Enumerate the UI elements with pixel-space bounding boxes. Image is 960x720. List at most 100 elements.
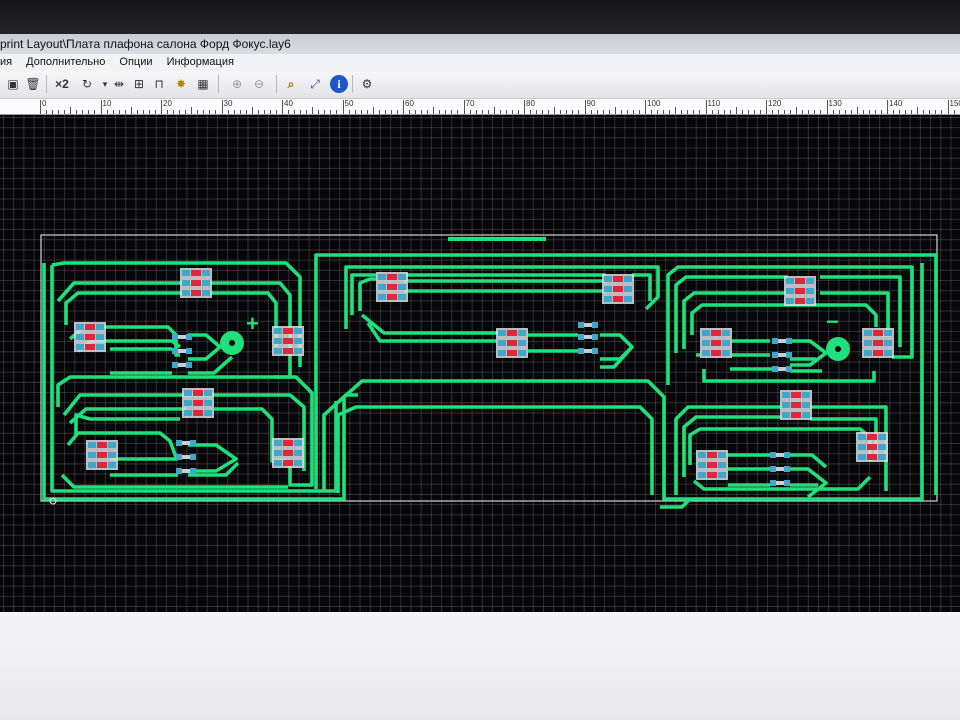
ruler-minor-tick xyxy=(487,110,489,114)
rotate-icon[interactable]: ↻ xyxy=(78,74,96,94)
ruler-minor-tick xyxy=(663,110,665,114)
smd-body xyxy=(283,460,293,466)
smd-resistor[interactable] xyxy=(772,338,792,344)
settings-icon[interactable]: ⚙ xyxy=(358,74,376,94)
pcb-board-drawing: + − xyxy=(40,234,938,509)
zoom-x2-icon[interactable]: ×2 xyxy=(52,74,72,94)
smd-led-component[interactable] xyxy=(602,274,634,304)
ruler-minor-tick xyxy=(717,110,719,114)
smd-body xyxy=(867,434,877,440)
trash-icon[interactable]: 🗑 xyxy=(24,74,42,94)
smd-pad xyxy=(578,322,584,328)
ruler-minor-tick xyxy=(154,110,156,114)
ruler-minor-tick xyxy=(687,110,689,114)
smd-resistor[interactable] xyxy=(176,440,196,446)
unlock-icon[interactable]: ⊖ xyxy=(250,74,268,94)
smd-led-component[interactable] xyxy=(862,328,894,358)
mirror-icon[interactable]: ⇹ xyxy=(110,74,128,94)
ruler-major-tick xyxy=(705,100,707,114)
smd-pad xyxy=(878,444,886,450)
ruler-minor-tick xyxy=(772,110,774,114)
grid-icon[interactable]: ▦ xyxy=(194,74,212,94)
smd-led-component[interactable] xyxy=(696,450,728,480)
smd-led-component[interactable] xyxy=(700,328,732,358)
smd-pad xyxy=(76,324,84,330)
smd-resistor[interactable] xyxy=(770,480,790,486)
smd-led-component[interactable] xyxy=(86,440,118,470)
smd-resistor[interactable] xyxy=(176,468,196,474)
smd-pad xyxy=(698,462,706,468)
ruler-major-tick xyxy=(221,100,223,114)
ruler-minor-tick xyxy=(517,110,519,114)
smd-pad xyxy=(864,330,872,336)
smd-pad xyxy=(172,348,178,354)
menu-item-options[interactable]: Опции xyxy=(119,54,159,71)
pcb-canvas[interactable]: + − xyxy=(0,115,960,612)
menu-item-file-partial[interactable]: ия xyxy=(0,54,19,71)
smd-resistor[interactable] xyxy=(578,334,598,340)
smd-resistor[interactable] xyxy=(772,366,792,372)
menu-item-extras[interactable]: Дополнительно xyxy=(26,54,112,71)
smd-led-component[interactable] xyxy=(376,272,408,302)
smd-led-component[interactable] xyxy=(182,388,214,418)
smd-body xyxy=(873,330,883,336)
ruler-minor-tick xyxy=(46,110,48,114)
light-icon[interactable]: ✸ xyxy=(172,74,190,94)
ruler-minor-tick xyxy=(844,110,846,114)
component-icon[interactable]: ⊓ xyxy=(150,74,168,94)
smd-led-component[interactable] xyxy=(784,276,816,306)
ruler-minor-tick xyxy=(445,110,447,114)
smd-pad xyxy=(186,362,192,368)
ruler-minor-tick xyxy=(511,110,513,114)
smd-resistor[interactable] xyxy=(172,362,192,368)
smd-pad xyxy=(76,334,84,340)
smd-pad xyxy=(624,276,632,282)
ruler-minor-tick xyxy=(421,110,423,114)
smd-pad xyxy=(782,402,790,408)
smd-resistor[interactable] xyxy=(578,348,598,354)
info-icon[interactable]: i xyxy=(330,75,348,93)
smd-pad xyxy=(184,400,192,406)
ruler-minor-tick xyxy=(548,110,550,114)
smd-resistor[interactable] xyxy=(172,348,192,354)
save-icon[interactable]: ▣ xyxy=(4,74,22,94)
ruler-label: 0 xyxy=(42,99,47,108)
app-window: print Layout\Плата плафона салона Форд Ф… xyxy=(0,34,960,612)
ruler-minor-tick xyxy=(935,110,937,114)
smd-led-component[interactable] xyxy=(180,268,212,298)
smd-body xyxy=(193,390,203,396)
smd-resistor[interactable] xyxy=(770,452,790,458)
ruler-minor-tick xyxy=(124,110,126,114)
smd-led-component[interactable] xyxy=(496,328,528,358)
smd-resistor[interactable] xyxy=(770,466,790,472)
smd-resistor[interactable] xyxy=(578,322,598,328)
transform-icon[interactable]: ⤢ xyxy=(306,74,324,94)
smd-led-component[interactable] xyxy=(74,322,106,352)
ruler-label: 60 xyxy=(405,99,414,108)
ruler-minor-tick xyxy=(76,110,78,114)
ruler-minor-tick xyxy=(741,110,743,114)
smd-pad xyxy=(518,350,526,356)
align-icon[interactable]: ⊞ xyxy=(130,74,148,94)
smd-led-component[interactable] xyxy=(780,390,812,420)
menu-item-info[interactable]: Информация xyxy=(167,54,241,71)
smd-body xyxy=(795,288,805,294)
lock-icon[interactable]: ⊕ xyxy=(228,74,246,94)
smd-led-component[interactable] xyxy=(272,326,304,356)
smd-pad xyxy=(378,274,386,280)
smd-resistor[interactable] xyxy=(176,454,196,460)
ruler-minor-tick xyxy=(330,110,332,114)
smd-led-component[interactable] xyxy=(856,432,888,462)
smd-pad xyxy=(884,340,892,346)
ruler-minor-tick xyxy=(354,110,356,114)
smd-pad xyxy=(770,452,776,458)
smd-pad xyxy=(770,480,776,486)
smd-resistor[interactable] xyxy=(172,334,192,340)
smd-led-component[interactable] xyxy=(272,438,304,468)
magnifier-icon[interactable]: ⌕ xyxy=(282,74,300,94)
smd-pad xyxy=(172,362,178,368)
smd-pad xyxy=(76,344,84,350)
ruler-minor-tick xyxy=(378,110,380,114)
ruler-minor-tick xyxy=(838,110,840,114)
smd-resistor[interactable] xyxy=(772,352,792,358)
